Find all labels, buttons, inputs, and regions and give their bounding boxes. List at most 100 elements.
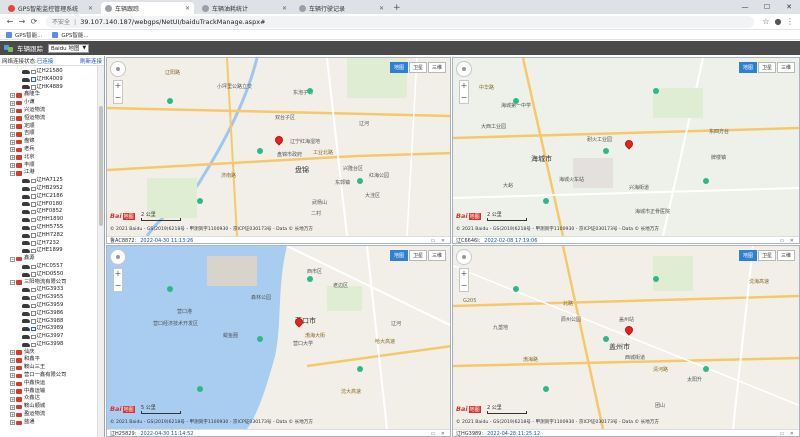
poi-marker-icon[interactable] [167,286,173,292]
tree-group-item[interactable]: + 盈运物流 [0,411,97,419]
zoom-out-button[interactable]: − [461,281,468,291]
map-type-button[interactable]: 三维 [776,62,795,73]
vehicle-checkbox[interactable] [31,77,36,82]
panel-window-controls[interactable]: ▭ ✕ [779,431,796,437]
poi-marker-icon[interactable] [307,88,313,94]
map-pan-control[interactable] [456,61,472,77]
tree-group-item[interactable]: + 鞍山顺城 [0,403,97,411]
reload-button[interactable]: ⟳ [28,17,40,26]
tree-vehicle-item[interactable]: 辽HE1899 [0,247,97,255]
map-type-button[interactable]: 地图 [738,250,757,261]
tree-group-item[interactable]: + 仙庆 [0,349,97,357]
map-panel-3[interactable]: 西市区 营口市 鲅鱼圈 老边区 营口港 渤海大街 森林公园 营口大学 辽河 沈大高速 营口经济技术开… [106,245,451,437]
poi-marker-icon[interactable] [307,276,313,282]
map-pan-control[interactable] [456,249,472,265]
map-type-button[interactable]: 三维 [776,250,795,261]
map-panel-1[interactable]: 辽阳路 小坪里公路立交 东泡子村 双台子区 辽宁红海湿地 盘锦市政府 工业北路 盘锦 兴隆台区红… [106,57,451,244]
browser-tab-3[interactable]: 车辆油耗统计 ✕ [198,2,291,14]
vehicle-checkbox[interactable] [31,178,36,184]
poi-marker-icon[interactable] [703,178,709,184]
expand-toggle-icon[interactable]: + [10,162,15,168]
map-type-button[interactable]: 卫星 [757,62,776,73]
tree-group-item[interactable]: + 盘锦 [0,138,97,146]
tree-vehicle-item[interactable]: 辽HK4009 [0,76,97,84]
tree-group-item[interactable]: + 鞍山三王 [0,364,97,372]
map-type-button[interactable]: 地图 [389,250,408,261]
tree-group-item[interactable]: + 中鑫运输 [0,388,97,396]
map-panel-2[interactable]: 中华路 大西工业园 海城市 海城第一中学 耐火工业园 海城火车站 海城市正骨医院 大峪 牌楼镇兴… [452,57,800,244]
vehicle-checkbox[interactable] [31,319,36,324]
tree-group-item[interactable]: + 兴运物流 [0,107,97,115]
vehicle-checkbox[interactable] [31,295,36,301]
poi-marker-icon[interactable] [197,386,203,392]
expand-toggle-icon[interactable]: + [10,357,15,363]
poi-marker-icon[interactable] [257,336,263,342]
zoom-in-button[interactable]: + [115,81,122,91]
map-type-button[interactable]: 三维 [427,250,446,261]
poi-marker-icon[interactable] [653,88,659,94]
tree-vehicle-item[interactable]: 辽HD0550 [0,271,97,279]
vehicle-checkbox[interactable] [31,186,36,192]
vehicle-checkbox[interactable] [31,69,36,75]
tree-vehicle-item[interactable]: 辽HG3955 [0,294,97,302]
poi-marker-icon[interactable] [357,178,363,184]
poi-marker-icon[interactable] [167,98,173,104]
tree-group-item[interactable]: + 营口一鑫有限公司 [0,372,97,380]
map-pan-control[interactable] [110,249,126,265]
expand-toggle-icon[interactable]: + [10,404,15,410]
tree-group-item[interactable]: + 众鑫达 [0,395,97,403]
map-panel-4[interactable]: G205 北路 渤海路 盖州市 西城街道 辰州公园 盖州站 清河路 太阳升 沈海高速 九垄地 团山 + −… [452,245,800,437]
vehicle-checkbox[interactable] [31,233,36,238]
expand-toggle-icon[interactable]: + [10,396,15,402]
expand-toggle-icon[interactable]: + [10,92,15,98]
vehicle-checkbox[interactable] [31,311,36,316]
expand-toggle-icon[interactable]: − [10,256,15,262]
expand-toggle-icon[interactable]: + [10,365,15,371]
map-type-button[interactable]: 三维 [427,62,446,73]
tree-vehicle-item[interactable]: 辽HG3986 [0,310,97,318]
map-type-button[interactable]: 地图 [738,62,757,73]
back-button[interactable]: ← [4,17,16,26]
browser-tab-4[interactable]: 车辆行驶记录 ✕ [295,2,388,14]
expand-toggle-icon[interactable]: + [10,420,15,426]
tree-group-item[interactable]: + 吉顺 [0,130,97,138]
minimize-button[interactable]: — [734,0,756,14]
expand-toggle-icon[interactable]: + [10,100,15,106]
vehicle-checkbox[interactable] [31,225,36,231]
tree-group-item[interactable]: + 蓝通 [0,419,97,427]
vehicle-checkbox[interactable] [31,85,36,90]
vehicle-checkbox[interactable] [31,334,36,340]
expand-toggle-icon[interactable]: + [10,116,15,122]
expand-toggle-icon[interactable]: + [10,350,15,356]
tree-group-item[interactable]: + 老兵 [0,146,97,154]
map-type-button[interactable]: 卫星 [408,250,427,261]
expand-toggle-icon[interactable]: − [10,279,15,285]
panel-window-controls[interactable]: ▭ ✕ [430,431,447,437]
expand-toggle-icon[interactable]: + [10,147,15,153]
profile-icon[interactable]: ● [772,17,784,26]
tree-vehicle-item[interactable]: 辽HG3959 [0,302,97,310]
vehicle-checkbox[interactable] [31,241,36,246]
poi-marker-icon[interactable] [513,286,519,292]
expand-toggle-icon[interactable]: + [10,123,15,129]
vehicle-checkbox[interactable] [31,248,36,254]
map-type-button[interactable]: 地图 [389,62,408,73]
tree-vehicle-item[interactable]: 辽HB2952 [0,185,97,193]
bookmark-item[interactable]: GPS智能... [6,31,42,39]
tree-group-item[interactable]: + 小谦 [0,99,97,107]
tree-vehicle-item[interactable]: 辽HH7282 [0,232,97,240]
tree-group-item[interactable]: + 定顺 [0,123,97,131]
poi-marker-icon[interactable] [197,198,203,204]
vehicle-checkbox[interactable] [31,342,36,348]
panel-window-controls[interactable]: ▭ ✕ [430,238,447,244]
forward-button[interactable]: → [16,17,28,26]
maximize-button[interactable]: ☐ [756,0,778,14]
tree-vehicle-item[interactable]: 辽HG3989 [0,325,97,333]
expand-toggle-icon[interactable]: + [10,108,15,114]
new-tab-button[interactable]: + [393,2,401,14]
tree-vehicle-item[interactable]: 辽HG3997 [0,333,97,341]
zoom-out-button[interactable]: − [461,93,468,103]
tree-vehicle-item[interactable]: 辽HK4889 [0,84,97,92]
expand-toggle-icon[interactable]: + [10,381,15,387]
expand-toggle-icon[interactable]: + [10,155,15,161]
